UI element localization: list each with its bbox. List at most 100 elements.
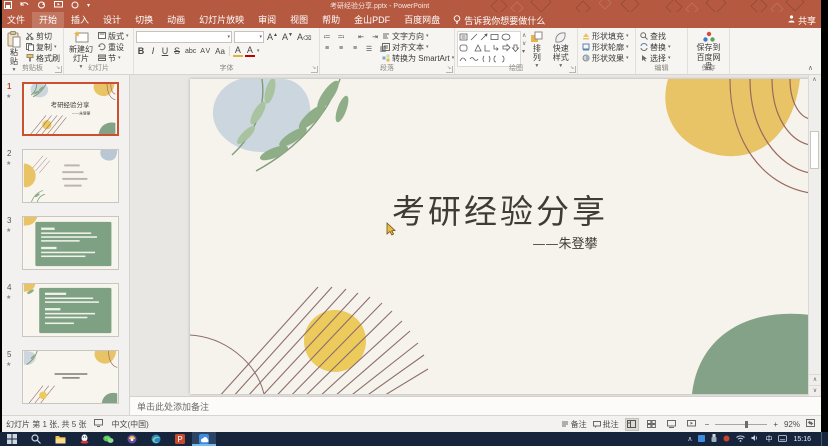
scroll-up-icon[interactable]: ∧ — [809, 75, 820, 85]
qat-customize-icon[interactable]: ▾ — [87, 2, 90, 9]
clock[interactable]: 15:16 — [793, 436, 811, 443]
shrink-font-button[interactable]: A▼ — [281, 32, 294, 42]
tab-transitions[interactable]: 切换 — [128, 12, 160, 28]
usb-icon[interactable] — [711, 434, 717, 444]
shapes-gallery[interactable] — [457, 31, 521, 67]
slide-sorter-view-button[interactable] — [645, 418, 659, 431]
shapes-scroll-down[interactable]: ∨ — [522, 40, 526, 47]
start-button[interactable] — [0, 432, 24, 446]
text-shadow-button[interactable]: abc — [184, 48, 197, 55]
reading-view-button[interactable] — [665, 418, 679, 431]
tab-file[interactable]: 文件 — [0, 12, 32, 28]
underline-button[interactable]: U — [160, 46, 170, 56]
wechat-icon[interactable] — [96, 432, 120, 446]
display-settings-icon[interactable] — [94, 419, 103, 429]
tab-animations[interactable]: 动画 — [160, 12, 192, 28]
align-center-button[interactable]: ≡ — [336, 45, 346, 52]
zoom-slider[interactable] — [715, 424, 767, 425]
shape-outline-button[interactable]: 形状轮廓▾ — [580, 42, 631, 52]
bullets-button[interactable]: ≔ — [322, 33, 332, 41]
shapes-more[interactable]: ▾ — [522, 48, 526, 55]
next-slide-button[interactable]: ∨ — [809, 385, 821, 396]
zoom-level[interactable]: 92% — [784, 420, 800, 429]
notes-toggle-button[interactable]: 备注 — [561, 419, 587, 430]
character-spacing-button[interactable]: AV — [199, 48, 212, 55]
start-slideshow-icon[interactable] — [54, 1, 63, 9]
baidu-netdisk-taskbar-icon[interactable] — [192, 432, 216, 446]
language-indicator[interactable]: 中文(中国) — [111, 419, 148, 430]
tab-baidu-netdisk[interactable]: 百度网盘 — [397, 12, 447, 28]
layout-button[interactable]: 版式▾ — [96, 31, 131, 41]
slide-byline-text[interactable]: ——朱登攀 — [490, 233, 640, 252]
dialog-launcher[interactable]: ↘ — [446, 66, 453, 73]
select-button[interactable]: 选择▾ — [638, 53, 673, 63]
tab-review[interactable]: 审阅 — [251, 12, 283, 28]
tray-alert-icon[interactable] — [723, 435, 730, 444]
strikethrough-button[interactable]: S — [172, 46, 182, 56]
dialog-launcher[interactable]: ↘ — [55, 66, 62, 73]
section-button[interactable]: 节▾ — [96, 53, 131, 63]
zoom-slider-thumb[interactable] — [745, 421, 748, 428]
convert-smartart-button[interactable]: 转换为 SmartArt▾ — [380, 53, 456, 63]
font-color-button[interactable]: A — [245, 45, 255, 57]
previous-slide-button[interactable]: ∧ — [809, 374, 821, 385]
cut-button[interactable]: 剪切 — [24, 31, 62, 41]
clear-formatting-button[interactable]: A⌫ — [296, 32, 313, 42]
format-painter-button[interactable]: 格式刷 — [24, 53, 62, 63]
reset-button[interactable]: 重设 — [96, 42, 131, 52]
fit-to-window-button[interactable] — [806, 419, 815, 429]
font-name-combobox[interactable]: ▾ — [136, 31, 232, 43]
zoom-in-button[interactable]: + — [773, 420, 778, 429]
thumbnail-slide-3[interactable]: 3 ★ — [0, 216, 130, 270]
file-explorer-icon[interactable] — [48, 432, 72, 446]
italic-button[interactable]: I — [148, 46, 158, 56]
slideshow-view-button[interactable] — [685, 418, 699, 431]
edge-icon[interactable] — [144, 432, 168, 446]
keyboard-icon[interactable] — [778, 435, 787, 444]
share-button[interactable]: 共享 — [788, 12, 816, 28]
shape-effects-button[interactable]: 形状效果▾ — [580, 53, 631, 63]
undo-icon[interactable] — [20, 1, 29, 9]
thumbnail-slide-5[interactable]: 5 ★ — [0, 350, 130, 404]
text-direction-button[interactable]: 文字方向▾ — [380, 31, 456, 41]
tab-home[interactable]: 开始 — [32, 12, 64, 28]
tab-help[interactable]: 帮助 — [315, 12, 347, 28]
video-app-icon[interactable] — [120, 432, 144, 446]
bold-button[interactable]: B — [136, 46, 146, 56]
find-button[interactable]: 查找 — [638, 31, 673, 41]
normal-view-button[interactable] — [625, 418, 639, 431]
tray-app-icon[interactable] — [698, 435, 705, 444]
notes-pane[interactable]: 单击此处添加备注 — [130, 396, 821, 415]
powerpoint-icon[interactable]: P — [168, 432, 192, 446]
tab-jinshan-pdf[interactable]: 金山PDF — [347, 12, 397, 28]
highlight-color-button[interactable]: A — [233, 45, 243, 57]
tab-design[interactable]: 设计 — [96, 12, 128, 28]
thumbnail-slide-2[interactable]: 2 ★ — [0, 149, 130, 203]
zoom-out-button[interactable]: − — [705, 420, 710, 429]
dialog-launcher[interactable]: ↘ — [311, 66, 318, 73]
font-size-combobox[interactable]: ▾ — [234, 31, 264, 43]
redo-icon[interactable] — [37, 1, 46, 9]
touch-mode-icon[interactable] — [71, 1, 79, 9]
collapse-ribbon-button[interactable]: ∧ — [808, 64, 813, 72]
tab-view[interactable]: 视图 — [283, 12, 315, 28]
network-icon[interactable] — [736, 435, 745, 444]
justify-button[interactable]: ☰ — [364, 45, 374, 53]
increase-indent-button[interactable]: ⇥ — [370, 33, 380, 41]
decrease-indent-button[interactable]: ⇤ — [356, 33, 366, 41]
tell-me-box[interactable]: 告诉我你想要做什么 — [453, 14, 545, 27]
shapes-scroll-up[interactable]: ∧ — [522, 32, 526, 39]
tab-insert[interactable]: 插入 — [64, 12, 96, 28]
thumbnail-slide-1[interactable]: 1 ★ 考研经验分享 — [0, 82, 130, 136]
align-left-button[interactable]: ≡ — [322, 45, 332, 52]
show-desktop-button[interactable] — [821, 432, 824, 446]
align-right-button[interactable]: ≡ — [350, 45, 360, 52]
comments-toggle-button[interactable]: 批注 — [593, 419, 619, 430]
save-icon[interactable] — [4, 1, 12, 9]
shape-fill-button[interactable]: 形状填充▾ — [580, 31, 631, 41]
dialog-launcher[interactable]: ↘ — [569, 66, 576, 73]
ime-indicator[interactable]: 中 — [765, 434, 772, 444]
copy-button[interactable]: 复制▾ — [24, 42, 62, 52]
numbering-button[interactable]: ≕ — [336, 33, 346, 41]
grow-font-button[interactable]: A▲ — [266, 32, 279, 42]
